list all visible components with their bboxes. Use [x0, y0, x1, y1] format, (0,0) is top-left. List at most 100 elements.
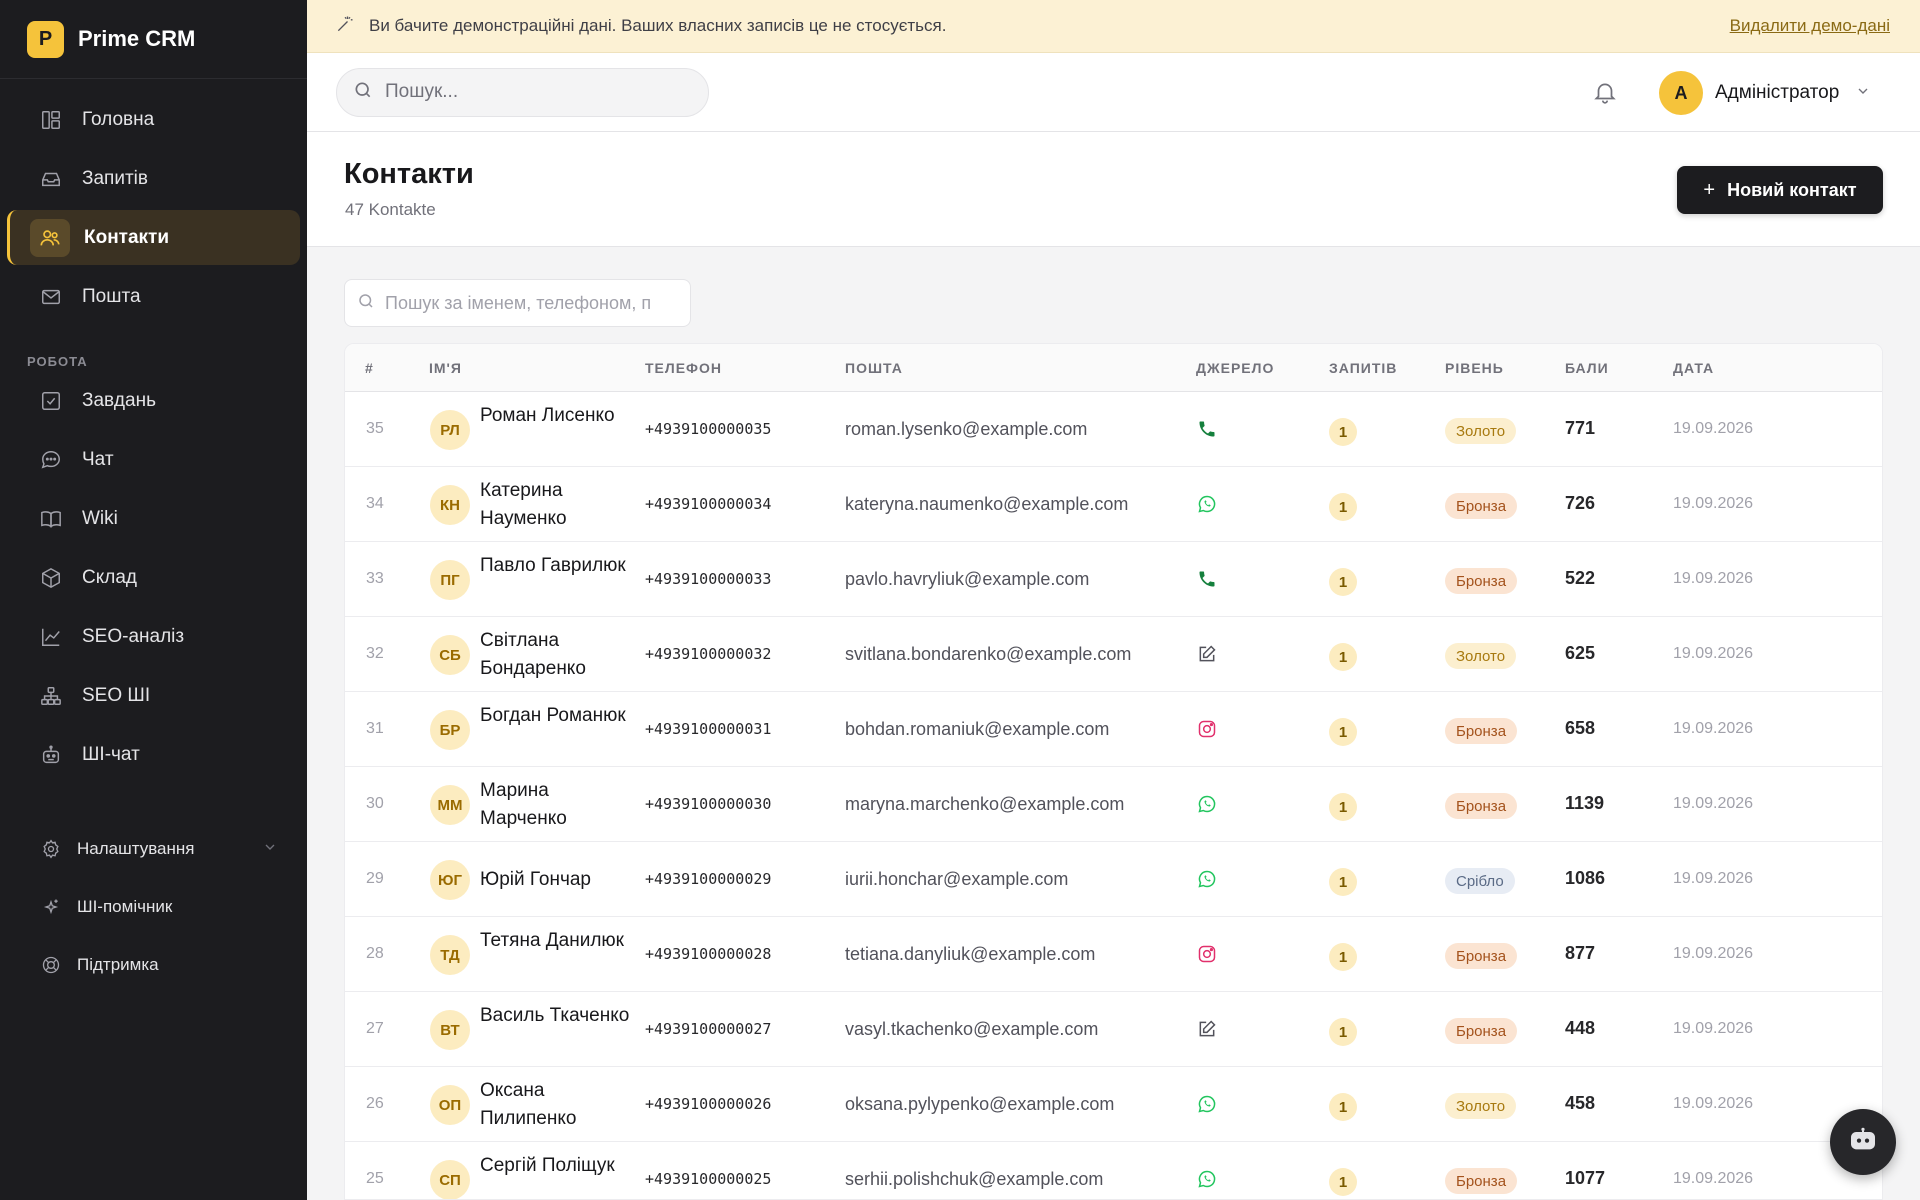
avatar: РЛ — [430, 410, 470, 450]
sidebar-item-settings[interactable]: Налаштування — [7, 822, 300, 876]
sidebar-item-warehouse[interactable]: Склад — [7, 550, 300, 605]
brand[interactable]: P Prime CRM — [0, 0, 307, 79]
sidebar-item-ai-assistant[interactable]: ШІ-помічник — [7, 880, 300, 934]
table-row[interactable]: 32 СБ Світлана Бондаренко +4939100000032 svi… — [345, 617, 1882, 692]
avatar: ЮГ — [430, 860, 470, 900]
contact-email: tetiana.danyliuk@example.com — [845, 944, 1096, 964]
column-header-points[interactable]: БАЛИ — [1565, 360, 1609, 376]
column-header-email[interactable]: ПОШТА — [845, 360, 903, 376]
table-row[interactable]: 33 ПГ Павло Гаврилюк +4939100000033 pavlo.ha… — [345, 542, 1882, 617]
sidebar-item-support[interactable]: Підтримка — [7, 938, 300, 992]
contact-phone: +4939100000034 — [645, 495, 772, 513]
contact-name[interactable]: Павло Гаврилюк — [480, 552, 630, 580]
contact-email: oksana.pylypenko@example.com — [845, 1094, 1115, 1114]
column-header-name[interactable]: ІМ'Я — [429, 360, 462, 376]
contact-name[interactable]: Оксана Пилипенко — [480, 1077, 630, 1133]
avatar: КН — [430, 485, 470, 525]
column-header-phone[interactable]: ТЕЛЕФОН — [645, 360, 722, 376]
sidebar-item-label: Підтримка — [77, 955, 159, 974]
column-header-level[interactable]: РІВЕНЬ — [1445, 360, 1504, 376]
table-row[interactable]: 28 ТД Тетяна Данилюк +4939100000028 tetiana.… — [345, 917, 1882, 992]
contact-email: svitlana.bondarenko@example.com — [845, 644, 1132, 664]
column-header-source[interactable]: ДЖЕРЕЛО — [1196, 360, 1274, 376]
table-row[interactable]: 27 ВТ Василь Ткаченко +4939100000027 vasyl.t… — [345, 992, 1882, 1067]
requests-count-badge: 1 — [1329, 493, 1357, 521]
contact-date: 19.09.2026 — [1673, 1170, 1754, 1187]
column-header-requests[interactable]: ЗАПИТІВ — [1329, 360, 1397, 376]
contact-date: 19.09.2026 — [1673, 1020, 1754, 1037]
delete-demo-data-link[interactable]: Видалити демо-дані — [1730, 16, 1890, 36]
notifications-bell-icon[interactable] — [1590, 77, 1620, 107]
sidebar-item-contacts[interactable]: Контакти — [7, 210, 300, 265]
sidebar: P Prime CRM Головна Запитів Контакти Пош… — [0, 0, 307, 1200]
global-search[interactable] — [336, 67, 709, 117]
instagram-icon — [1196, 718, 1218, 740]
sidebar-item-label: Чат — [82, 448, 114, 470]
new-contact-button[interactable]: + Новий контакт — [1677, 166, 1883, 214]
table-row[interactable]: 31 БР Богдан Романюк +4939100000031 bohdan.r… — [345, 692, 1882, 767]
table-row[interactable]: 35 РЛ Роман Лисенко +4939100000035 roman.lys… — [345, 392, 1882, 467]
requests-count-badge: 1 — [1329, 643, 1357, 671]
sidebar-item-label: Wiki — [82, 507, 118, 529]
contact-name[interactable]: Василь Ткаченко — [480, 1002, 630, 1030]
mail-icon — [39, 285, 63, 309]
chevron-down-icon — [262, 839, 278, 860]
table-row[interactable]: 30 ММ Марина Марченко +4939100000030 maryna.… — [345, 767, 1882, 842]
edit-form-icon — [1196, 1018, 1218, 1040]
contact-name[interactable]: Світлана Бондаренко — [480, 627, 630, 683]
avatar: СП — [430, 1160, 470, 1199]
points-value: 877 — [1565, 943, 1596, 963]
column-header-date[interactable]: ДАТА — [1673, 360, 1714, 376]
level-badge: Бронза — [1445, 568, 1518, 594]
robot-icon — [39, 743, 63, 767]
contact-phone: +4939100000031 — [645, 720, 772, 738]
sidebar-item-ai-chat[interactable]: ШІ-чат — [7, 727, 300, 782]
points-value: 1139 — [1565, 793, 1605, 813]
contact-filter[interactable] — [344, 279, 691, 327]
sidebar-item-tasks[interactable]: Завдань — [7, 373, 300, 428]
user-menu[interactable]: A Адміністратор — [1659, 70, 1871, 116]
sidebar-item-seo-analysis[interactable]: SEO-аналіз — [7, 609, 300, 664]
contact-name[interactable]: Марина Марченко — [480, 777, 630, 833]
contact-name[interactable]: Сергій Поліщук — [480, 1152, 630, 1180]
sidebar-item-label: Пошта — [82, 285, 141, 307]
table-body: 35 РЛ Роман Лисенко +4939100000035 roman.lys… — [345, 392, 1882, 1199]
sidebar-item-home[interactable]: Головна — [7, 92, 300, 147]
points-value: 726 — [1565, 493, 1596, 513]
contact-date: 19.09.2026 — [1673, 720, 1754, 737]
contact-phone: +4939100000035 — [645, 420, 772, 438]
dashboard-icon — [39, 108, 63, 132]
topbar: A Адміністратор — [307, 53, 1920, 132]
sidebar-item-wiki[interactable]: Wiki — [7, 491, 300, 546]
sidebar-item-requests[interactable]: Запитів — [7, 151, 300, 206]
ai-assistant-fab[interactable] — [1830, 1109, 1896, 1175]
page-title: Контакти — [344, 158, 474, 190]
table-row[interactable]: 29 ЮГ Юрій Гончар +4939100000029 iurii.honch… — [345, 842, 1882, 917]
sidebar-item-label: Запитів — [82, 167, 148, 189]
contact-name[interactable]: Тетяна Данилюк — [480, 927, 630, 955]
contact-name[interactable]: Катерина Науменко — [480, 477, 630, 533]
points-value: 448 — [1565, 1018, 1596, 1038]
requests-count-badge: 1 — [1329, 1018, 1357, 1046]
sidebar-item-mail[interactable]: Пошта — [7, 269, 300, 324]
whatsapp-icon — [1196, 1093, 1218, 1115]
contact-phone: +4939100000032 — [645, 645, 772, 663]
contact-phone: +4939100000030 — [645, 795, 772, 813]
contact-name[interactable]: Богдан Романюк — [480, 702, 630, 730]
contact-name[interactable]: Роман Лисенко — [480, 402, 630, 430]
sidebar-item-seo-ai[interactable]: SEO ШІ — [7, 668, 300, 723]
users-icon — [30, 218, 70, 257]
table-row[interactable]: 26 ОП Оксана Пилипенко +4939100000026 oksana… — [345, 1067, 1882, 1142]
table-row[interactable]: 25 СП Сергій Поліщук +4939100000025 serhii.p… — [345, 1142, 1882, 1199]
requests-count-badge: 1 — [1329, 418, 1357, 446]
sidebar-item-chat[interactable]: Чат — [7, 432, 300, 487]
global-search-input[interactable] — [385, 81, 685, 103]
row-number: 30 — [366, 795, 384, 812]
contact-name[interactable]: Юрій Гончар — [480, 866, 591, 894]
chevron-down-icon — [1855, 83, 1871, 104]
table-row[interactable]: 34 КН Катерина Науменко +4939100000034 kater… — [345, 467, 1882, 542]
column-header-num[interactable]: # — [365, 360, 374, 376]
table-header: # ІМ'Я ТЕЛЕФОН ПОШТА ДЖЕРЕЛО ЗАПИТІВ РІВ… — [345, 344, 1882, 392]
avatar: ВТ — [430, 1010, 470, 1050]
contact-filter-input[interactable] — [385, 292, 685, 314]
